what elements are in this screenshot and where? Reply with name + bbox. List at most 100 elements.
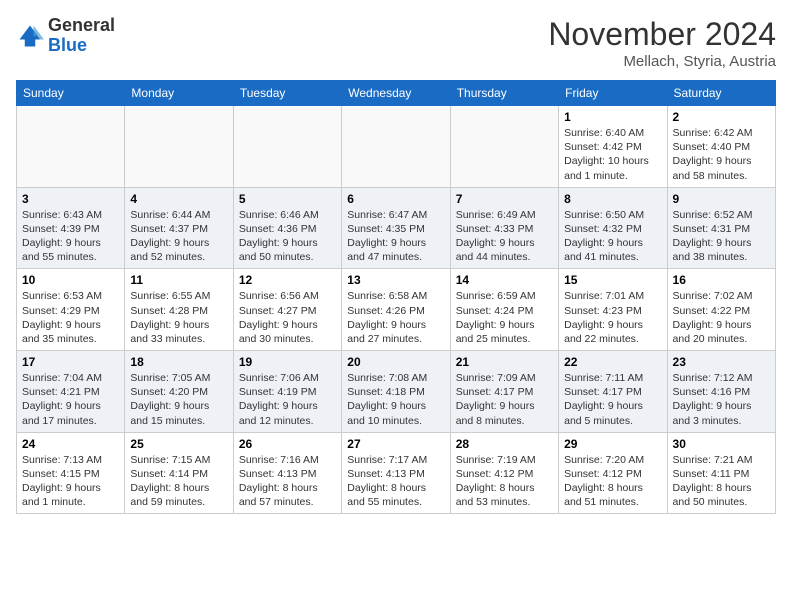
table-row: 3 Sunrise: 6:43 AM Sunset: 4:39 PM Daylig… bbox=[17, 187, 125, 269]
day-number: 3 bbox=[22, 192, 119, 206]
col-tuesday: Tuesday bbox=[233, 81, 341, 106]
day-info: Sunrise: 7:20 AM Sunset: 4:12 PM Dayligh… bbox=[564, 453, 661, 510]
day-number: 5 bbox=[239, 192, 336, 206]
title-block: November 2024 Mellach, Styria, Austria bbox=[548, 16, 776, 70]
day-info: Sunrise: 7:11 AM Sunset: 4:17 PM Dayligh… bbox=[564, 371, 661, 428]
table-row: 14Sunrise: 6:59 AM Sunset: 4:24 PM Dayli… bbox=[450, 269, 558, 351]
table-row: 21 Sunrise: 7:09 AM Sunset: 4:17 PM Dayli… bbox=[450, 351, 558, 433]
day-info: Sunrise: 6:44 AM Sunset: 4:37 PM Dayligh… bbox=[130, 208, 227, 265]
col-thursday: Thursday bbox=[450, 81, 558, 106]
calendar-week-row: 24Sunrise: 7:13 AM Sunset: 4:15 PM Dayli… bbox=[17, 432, 776, 514]
table-row: 23 Sunrise: 7:12 AM Sunset: 4:16 PM Dayli… bbox=[667, 351, 775, 433]
table-row: 27 Sunrise: 7:17 AM Sunset: 4:13 PM Dayli… bbox=[342, 432, 450, 514]
calendar-week-row: 17 Sunrise: 7:04 AM Sunset: 4:21 PM Dayli… bbox=[17, 351, 776, 433]
day-number: 26 bbox=[239, 437, 336, 451]
calendar-week-row: 10 Sunrise: 6:53 AM Sunset: 4:29 PM Dayli… bbox=[17, 269, 776, 351]
day-number: 21 bbox=[456, 355, 553, 369]
table-row: 5 Sunrise: 6:46 AM Sunset: 4:36 PM Daylig… bbox=[233, 187, 341, 269]
day-number: 25 bbox=[130, 437, 227, 451]
day-number: 29 bbox=[564, 437, 661, 451]
table-row: 16 Sunrise: 7:02 AM Sunset: 4:22 PM Dayli… bbox=[667, 269, 775, 351]
logo-text: General Blue bbox=[48, 16, 115, 56]
location: Mellach, Styria, Austria bbox=[548, 53, 776, 70]
day-info: Sunrise: 7:15 AM Sunset: 4:14 PM Dayligh… bbox=[130, 453, 227, 510]
day-number: 16 bbox=[673, 273, 770, 287]
day-number: 27 bbox=[347, 437, 444, 451]
table-row: 12Sunrise: 6:56 AM Sunset: 4:27 PM Dayli… bbox=[233, 269, 341, 351]
day-number: 10 bbox=[22, 273, 119, 287]
day-number: 30 bbox=[673, 437, 770, 451]
month-title: November 2024 bbox=[548, 16, 776, 53]
col-sunday: Sunday bbox=[17, 81, 125, 106]
table-row bbox=[342, 106, 450, 188]
table-row bbox=[125, 106, 233, 188]
table-row: 24Sunrise: 7:13 AM Sunset: 4:15 PM Dayli… bbox=[17, 432, 125, 514]
day-info: Sunrise: 6:46 AM Sunset: 4:36 PM Dayligh… bbox=[239, 208, 336, 265]
day-info: Sunrise: 7:06 AM Sunset: 4:19 PM Dayligh… bbox=[239, 371, 336, 428]
day-number: 2 bbox=[673, 110, 770, 124]
day-number: 20 bbox=[347, 355, 444, 369]
day-info: Sunrise: 7:12 AM Sunset: 4:16 PM Dayligh… bbox=[673, 371, 770, 428]
day-info: Sunrise: 6:50 AM Sunset: 4:32 PM Dayligh… bbox=[564, 208, 661, 265]
table-row: 25 Sunrise: 7:15 AM Sunset: 4:14 PM Dayli… bbox=[125, 432, 233, 514]
table-row: 15Sunrise: 7:01 AM Sunset: 4:23 PM Dayli… bbox=[559, 269, 667, 351]
day-number: 23 bbox=[673, 355, 770, 369]
logo-icon bbox=[16, 22, 44, 50]
day-number: 4 bbox=[130, 192, 227, 206]
day-number: 8 bbox=[564, 192, 661, 206]
table-row: 30 Sunrise: 7:21 AM Sunset: 4:11 PM Dayli… bbox=[667, 432, 775, 514]
col-wednesday: Wednesday bbox=[342, 81, 450, 106]
table-row: 6Sunrise: 6:47 AM Sunset: 4:35 PM Daylig… bbox=[342, 187, 450, 269]
day-info: Sunrise: 7:04 AM Sunset: 4:21 PM Dayligh… bbox=[22, 371, 119, 428]
day-info: Sunrise: 7:21 AM Sunset: 4:11 PM Dayligh… bbox=[673, 453, 770, 510]
day-info: Sunrise: 6:59 AM Sunset: 4:24 PM Dayligh… bbox=[456, 289, 553, 346]
header: General Blue November 2024 Mellach, Styr… bbox=[16, 16, 776, 70]
day-info: Sunrise: 7:01 AM Sunset: 4:23 PM Dayligh… bbox=[564, 289, 661, 346]
day-info: Sunrise: 7:05 AM Sunset: 4:20 PM Dayligh… bbox=[130, 371, 227, 428]
table-row: 2 Sunrise: 6:42 AM Sunset: 4:40 PM Daylig… bbox=[667, 106, 775, 188]
day-number: 9 bbox=[673, 192, 770, 206]
day-info: Sunrise: 6:43 AM Sunset: 4:39 PM Dayligh… bbox=[22, 208, 119, 265]
day-info: Sunrise: 7:09 AM Sunset: 4:17 PM Dayligh… bbox=[456, 371, 553, 428]
table-row: 29 Sunrise: 7:20 AM Sunset: 4:12 PM Dayli… bbox=[559, 432, 667, 514]
day-info: Sunrise: 6:53 AM Sunset: 4:29 PM Dayligh… bbox=[22, 289, 119, 346]
col-friday: Friday bbox=[559, 81, 667, 106]
table-row: 13 Sunrise: 6:58 AM Sunset: 4:26 PM Dayli… bbox=[342, 269, 450, 351]
day-number: 28 bbox=[456, 437, 553, 451]
day-info: Sunrise: 6:47 AM Sunset: 4:35 PM Dayligh… bbox=[347, 208, 444, 265]
day-number: 17 bbox=[22, 355, 119, 369]
day-number: 18 bbox=[130, 355, 227, 369]
day-info: Sunrise: 7:02 AM Sunset: 4:22 PM Dayligh… bbox=[673, 289, 770, 346]
table-row: 18 Sunrise: 7:05 AM Sunset: 4:20 PM Dayli… bbox=[125, 351, 233, 433]
day-info: Sunrise: 7:17 AM Sunset: 4:13 PM Dayligh… bbox=[347, 453, 444, 510]
table-row: 11Sunrise: 6:55 AM Sunset: 4:28 PM Dayli… bbox=[125, 269, 233, 351]
table-row: 8 Sunrise: 6:50 AM Sunset: 4:32 PM Daylig… bbox=[559, 187, 667, 269]
page: General Blue November 2024 Mellach, Styr… bbox=[0, 0, 792, 522]
day-info: Sunrise: 6:40 AM Sunset: 4:42 PM Dayligh… bbox=[564, 126, 661, 183]
day-number: 1 bbox=[564, 110, 661, 124]
day-info: Sunrise: 6:56 AM Sunset: 4:27 PM Dayligh… bbox=[239, 289, 336, 346]
table-row bbox=[450, 106, 558, 188]
table-row: 28Sunrise: 7:19 AM Sunset: 4:12 PM Dayli… bbox=[450, 432, 558, 514]
day-info: Sunrise: 7:16 AM Sunset: 4:13 PM Dayligh… bbox=[239, 453, 336, 510]
table-row: 20 Sunrise: 7:08 AM Sunset: 4:18 PM Dayli… bbox=[342, 351, 450, 433]
day-info: Sunrise: 6:42 AM Sunset: 4:40 PM Dayligh… bbox=[673, 126, 770, 183]
day-number: 24 bbox=[22, 437, 119, 451]
day-info: Sunrise: 6:55 AM Sunset: 4:28 PM Dayligh… bbox=[130, 289, 227, 346]
day-info: Sunrise: 6:49 AM Sunset: 4:33 PM Dayligh… bbox=[456, 208, 553, 265]
calendar-week-row: 3 Sunrise: 6:43 AM Sunset: 4:39 PM Daylig… bbox=[17, 187, 776, 269]
table-row: 7 Sunrise: 6:49 AM Sunset: 4:33 PM Daylig… bbox=[450, 187, 558, 269]
table-row: 1 Sunrise: 6:40 AM Sunset: 4:42 PM Daylig… bbox=[559, 106, 667, 188]
day-number: 13 bbox=[347, 273, 444, 287]
calendar-header-row: Sunday Monday Tuesday Wednesday Thursday… bbox=[17, 81, 776, 106]
calendar-table: Sunday Monday Tuesday Wednesday Thursday… bbox=[16, 80, 776, 514]
table-row: 17 Sunrise: 7:04 AM Sunset: 4:21 PM Dayli… bbox=[17, 351, 125, 433]
day-info: Sunrise: 7:08 AM Sunset: 4:18 PM Dayligh… bbox=[347, 371, 444, 428]
table-row bbox=[233, 106, 341, 188]
table-row: 9 Sunrise: 6:52 AM Sunset: 4:31 PM Daylig… bbox=[667, 187, 775, 269]
table-row bbox=[17, 106, 125, 188]
day-number: 7 bbox=[456, 192, 553, 206]
day-info: Sunrise: 6:52 AM Sunset: 4:31 PM Dayligh… bbox=[673, 208, 770, 265]
day-number: 19 bbox=[239, 355, 336, 369]
day-info: Sunrise: 6:58 AM Sunset: 4:26 PM Dayligh… bbox=[347, 289, 444, 346]
